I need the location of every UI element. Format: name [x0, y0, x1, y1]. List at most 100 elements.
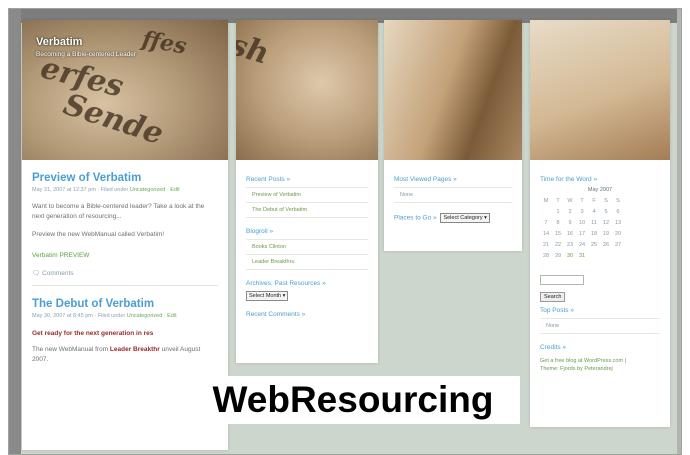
blogroll-heading: Blogroll » [246, 228, 274, 235]
calendar-day: 18 [590, 230, 598, 237]
list-item: None [394, 187, 512, 203]
weekday-label: S [616, 197, 620, 204]
calendar-month: May 2007 [587, 187, 613, 193]
edit-link[interactable]: Edit [170, 187, 179, 193]
sidebar-column-2: Most Viewed Pages » None Places to Go » … [384, 20, 522, 251]
calendar-day: 19 [602, 230, 610, 237]
theme-link[interactable]: Theme: Fjords by Peterandrej [540, 365, 660, 373]
chevron-down-icon: ▾ [484, 215, 487, 221]
post-meta: May 31, 2007 at 12:37 pm · Filed under U… [32, 187, 180, 193]
calendar-day [540, 206, 552, 217]
credits-text: Get a free blog at WordPress.com | Theme… [540, 357, 660, 373]
comments-label: Comments [42, 270, 74, 277]
post-title[interactable]: Preview of Verbatim [32, 172, 218, 184]
post-date: May 31, 2007 at 12:37 pm · Filed under [32, 187, 129, 193]
post-link[interactable]: Verbatim PREVIEW [32, 252, 218, 259]
post-body: The new WebManual from Leader Breakthr u… [32, 345, 218, 365]
calendar-day: 27 [614, 241, 622, 248]
leader-breakthru-link[interactable]: Leader Breakthr [110, 346, 160, 353]
post-body: Want to become a Bible-centered leader? … [32, 203, 205, 220]
wordpress-link[interactable]: Get a free blog at WordPress.com | [540, 357, 660, 365]
header-image [384, 20, 522, 160]
calendar-day: 9 [568, 219, 572, 226]
calendar-day [588, 250, 600, 261]
calendar-day [600, 250, 612, 261]
calendar-day: 5 [604, 208, 608, 215]
weekday-label: T [580, 197, 584, 204]
sidebar-widgets: Most Viewed Pages » None Places to Go » … [384, 166, 522, 223]
calendar-day: 22 [554, 241, 562, 248]
calendar-day: 12 [602, 219, 610, 226]
frame-left-bar [9, 9, 21, 454]
calendar-day: 11 [591, 219, 597, 226]
edit-link[interactable]: Edit [167, 313, 176, 319]
calendar-day: 1 [556, 208, 560, 215]
comment-bubble-icon: 🗨 [32, 270, 41, 277]
calendar-day: 16 [566, 230, 574, 237]
calendar-day: 7 [544, 219, 548, 226]
calendar-day-link[interactable]: 31 [576, 250, 588, 261]
recent-posts-heading: Recent Posts » [246, 176, 291, 183]
archives-select[interactable]: Select Month ▾ [246, 287, 368, 305]
calendar-day: 28 [542, 252, 550, 259]
category-select[interactable]: Select Category ▾ [440, 213, 490, 223]
post-highlight: Get ready for the next generation in res [32, 330, 154, 337]
calendar-day: 29 [554, 252, 562, 259]
credits-heading: Credits » [540, 344, 567, 351]
places-row: Places to Go » Select Category ▾ [394, 213, 512, 223]
list-item[interactable]: Leader Breakthru [246, 254, 368, 270]
frame-right-bar [677, 9, 681, 454]
calendar-day: 2 [568, 208, 572, 215]
archives-heading: Archives: Past Resources » [246, 280, 326, 287]
category-link[interactable]: Uncategorized [127, 313, 162, 319]
calendar-day: 17 [578, 230, 586, 237]
calendar-day [612, 250, 624, 261]
blogroll-list: Books Clinton Leader Breakthru [246, 239, 368, 270]
post-meta: May 30, 2007 at 8:45 pm · Filed under Un… [32, 313, 177, 319]
calendar-day-link[interactable]: 30 [564, 250, 576, 261]
search-input[interactable] [540, 275, 584, 285]
post-body: Preview the new WebManual called Verbati… [32, 231, 165, 238]
blog-title[interactable]: Verbatim [36, 36, 82, 48]
calendar-heading: Time for the Word » [540, 176, 598, 183]
list-item[interactable]: Books Clinton [246, 239, 368, 254]
most-viewed-list: None [394, 187, 512, 203]
post-divider [32, 285, 218, 286]
list-item[interactable]: Preview of Verbatim [246, 187, 368, 202]
weekday-label: S [604, 197, 608, 204]
weekday-label: T [556, 197, 560, 204]
header-image [530, 20, 670, 160]
comments-link[interactable]: 🗨 Comments [32, 269, 218, 277]
places-label: Places to Go [394, 214, 432, 222]
webresourcing-banner: WebResourcing [186, 376, 520, 424]
sidebar-widgets: Time for the Word » May 2007 M T W T F S… [530, 166, 670, 373]
post-date: May 30, 2007 at 8:45 pm · Filed under [32, 313, 126, 319]
calendar-day: 20 [614, 230, 622, 237]
calendar-day: 4 [592, 208, 596, 215]
search-button[interactable]: Search [540, 292, 566, 302]
top-posts-list: None [540, 318, 660, 334]
header-texture: ffes [140, 26, 189, 60]
post-title[interactable]: The Debut of Verbatim [32, 298, 218, 310]
blog-tagline: Becoming a Bible-centered Leader [36, 51, 137, 58]
calendar-day: 15 [554, 230, 562, 237]
calendar-day: 21 [542, 241, 550, 248]
recent-comments-heading: Recent Comments » [246, 311, 306, 318]
category-link[interactable]: Uncategorized [130, 187, 165, 193]
top-posts-heading: Top Posts » [540, 307, 574, 314]
calendar-day: 13 [614, 219, 622, 226]
list-item[interactable]: The Debut of Verbatim [246, 202, 368, 218]
weekday-label: W [567, 197, 573, 204]
weekday-label: M [543, 197, 549, 204]
month-select[interactable]: Select Month ▾ [246, 290, 289, 301]
weekday-label: F [592, 197, 596, 204]
calendar-day: 14 [542, 230, 550, 237]
sidebar-column-3: Time for the Word » May 2007 M T W T F S… [530, 20, 670, 427]
calendar-day: 6 [616, 208, 620, 215]
calendar-day: 25 [590, 241, 598, 248]
calendar-day: 24 [578, 241, 586, 248]
post-body-text: The new WebManual from [32, 346, 109, 353]
sidebar-widgets: Recent Posts » Preview of Verbatim The D… [236, 166, 378, 318]
posts-area: Preview of Verbatim May 31, 2007 at 12:3… [22, 168, 228, 365]
list-item: None [540, 318, 660, 334]
